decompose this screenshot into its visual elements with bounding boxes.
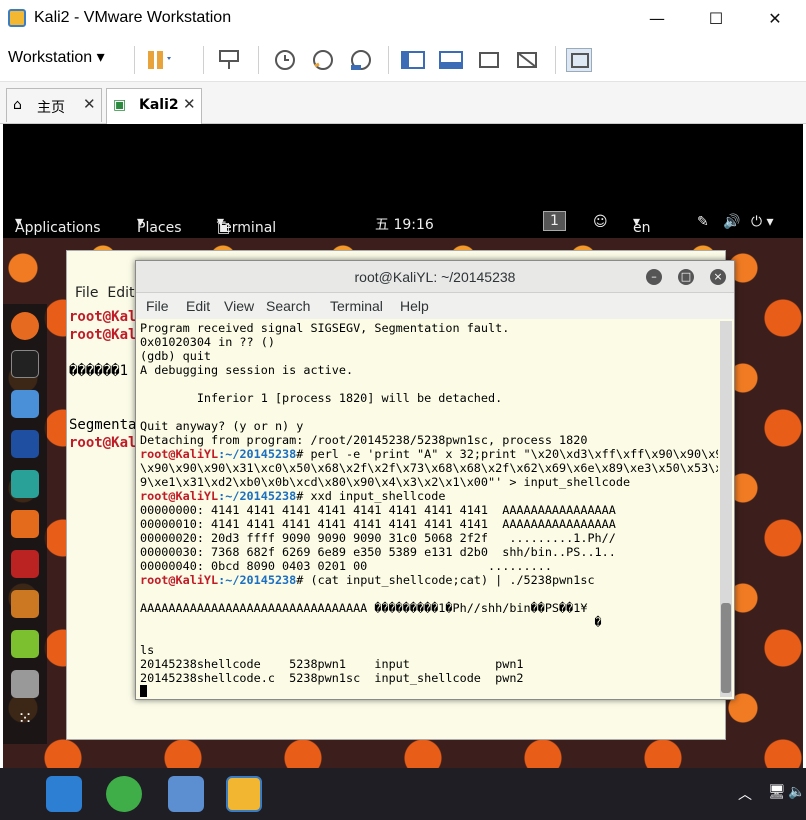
minimize-button[interactable]: — xyxy=(642,6,672,32)
places-menu[interactable]: Places ▾ xyxy=(137,214,182,236)
scrollbar-thumb[interactable] xyxy=(721,603,731,693)
menu-help[interactable]: Help xyxy=(400,298,429,314)
clock[interactable]: 五 19:16 xyxy=(375,214,434,234)
close-tab-icon[interactable]: ✕ xyxy=(83,95,96,113)
tab-kali2[interactable]: ▣ Kali2 ✕ xyxy=(106,88,202,124)
send-keys-icon[interactable] xyxy=(216,48,242,72)
maximize-terminal-icon[interactable]: □ xyxy=(678,269,694,285)
firefox-icon[interactable] xyxy=(11,312,39,340)
gnome-top-bar: Applications ▾ Places ▾ ▣ Terminal ▾ 五 1… xyxy=(3,208,803,238)
close-button[interactable]: ✕ xyxy=(760,6,790,32)
minimize-terminal-icon[interactable]: – xyxy=(646,269,662,285)
menu-edit[interactable]: Edit xyxy=(186,298,210,314)
vmware-taskbar-icon[interactable] xyxy=(226,776,262,812)
menu-terminal[interactable]: Terminal xyxy=(330,298,383,314)
bg-line: root@Kali xyxy=(69,327,145,343)
window-title: Kali2 - VMware Workstation xyxy=(34,9,232,26)
bg-line: root@Kali xyxy=(69,435,145,451)
feishu-icon[interactable] xyxy=(46,776,82,812)
bg-line: Segmenta xyxy=(69,417,137,433)
volume-icon[interactable]: 🔈 xyxy=(788,784,805,800)
separator xyxy=(388,46,389,74)
library-icon[interactable] xyxy=(400,48,426,72)
armitage-icon[interactable] xyxy=(11,470,39,498)
workstation-menu[interactable]: Workstation ▾ xyxy=(8,47,105,67)
people-icon[interactable]: ☺ xyxy=(593,214,608,230)
text-editor-icon[interactable] xyxy=(11,630,39,658)
beef-icon[interactable] xyxy=(11,590,39,618)
menu-view[interactable]: View xyxy=(224,298,254,314)
maltego-icon[interactable] xyxy=(11,550,39,578)
menu-search[interactable]: Search xyxy=(266,298,310,314)
tab-bar: ⌂ 主页 ✕ ▣ Kali2 ✕ xyxy=(0,82,806,124)
tab-home[interactable]: ⌂ 主页 ✕ xyxy=(6,88,102,122)
burpsuite-icon[interactable] xyxy=(11,510,39,538)
terminal-icon[interactable] xyxy=(11,350,39,378)
home-icon: ⌂ xyxy=(13,97,22,113)
metasploit-icon[interactable] xyxy=(11,430,39,458)
separator xyxy=(134,46,135,74)
pause-icon[interactable] xyxy=(145,48,171,72)
power-icon[interactable]: ⏻ ▾ xyxy=(751,214,774,230)
language-indicator[interactable]: en ▾ xyxy=(633,214,651,236)
gnome-dock: ⁙ xyxy=(3,304,47,744)
console-view-icon[interactable] xyxy=(566,48,592,72)
background-terminal-menu: File Edit xyxy=(75,285,135,301)
screenshot-icon[interactable] xyxy=(11,670,39,698)
terminal-output[interactable]: Program received signal SIGSEGV, Segment… xyxy=(140,321,718,697)
thumbnail-icon[interactable] xyxy=(438,48,464,72)
applications-menu[interactable]: Applications ▾ xyxy=(15,214,101,236)
pen-icon[interactable]: ✎ xyxy=(697,214,709,230)
chevron-down-icon: ▾ xyxy=(96,49,105,66)
terminal-menu[interactable]: ▣ Terminal ▾ xyxy=(217,214,276,236)
snapshot-icon[interactable] xyxy=(272,48,298,72)
terminal-scrollbar[interactable] xyxy=(720,321,732,697)
chevron-up-icon[interactable]: ︿ xyxy=(738,784,752,804)
close-terminal-icon[interactable]: × xyxy=(710,269,726,285)
bg-line: root@Kali xyxy=(69,309,145,325)
bg-line: ������1 xyxy=(69,363,129,379)
window-titlebar: Kali2 - VMware Workstation — ☐ ✕ xyxy=(0,0,806,38)
paint-icon[interactable] xyxy=(168,776,204,812)
vm-toolbar: Workstation ▾ xyxy=(0,38,806,82)
browser-icon[interactable] xyxy=(106,776,142,812)
vmware-icon xyxy=(8,9,26,27)
volume-icon[interactable]: 🔊 xyxy=(723,214,740,230)
revert-snapshot-icon[interactable] xyxy=(310,48,336,72)
terminal-window[interactable]: root@KaliYL: ~/20145238 – □ × File Edit … xyxy=(135,260,735,700)
network-icon[interactable]: 🖥 xyxy=(768,784,786,800)
guest-screen[interactable]: Applications ▾ Places ▾ ▣ Terminal ▾ 五 1… xyxy=(3,124,803,768)
terminal-title: root@KaliYL: ~/20145238 xyxy=(136,261,734,293)
terminal-menubar: File Edit View Search Terminal Help xyxy=(136,293,734,319)
separator xyxy=(203,46,204,74)
full-screen-icon[interactable] xyxy=(476,48,502,72)
unity-icon[interactable] xyxy=(514,48,540,72)
show-apps-icon[interactable]: ⁙ xyxy=(11,708,39,736)
snapshot-manager-icon[interactable] xyxy=(348,48,374,72)
menu-file[interactable]: File xyxy=(146,298,169,314)
close-tab-icon[interactable]: ✕ xyxy=(183,95,196,113)
separator xyxy=(258,46,259,74)
windows-taskbar: ︿ 🖥 🔈 xyxy=(0,768,806,820)
text-cursor xyxy=(140,685,147,697)
files-icon[interactable] xyxy=(11,390,39,418)
separator xyxy=(555,46,556,74)
maximize-button[interactable]: ☐ xyxy=(701,6,731,32)
vm-icon: ▣ xyxy=(113,97,127,113)
workspace-indicator[interactable]: 1 xyxy=(543,211,566,231)
